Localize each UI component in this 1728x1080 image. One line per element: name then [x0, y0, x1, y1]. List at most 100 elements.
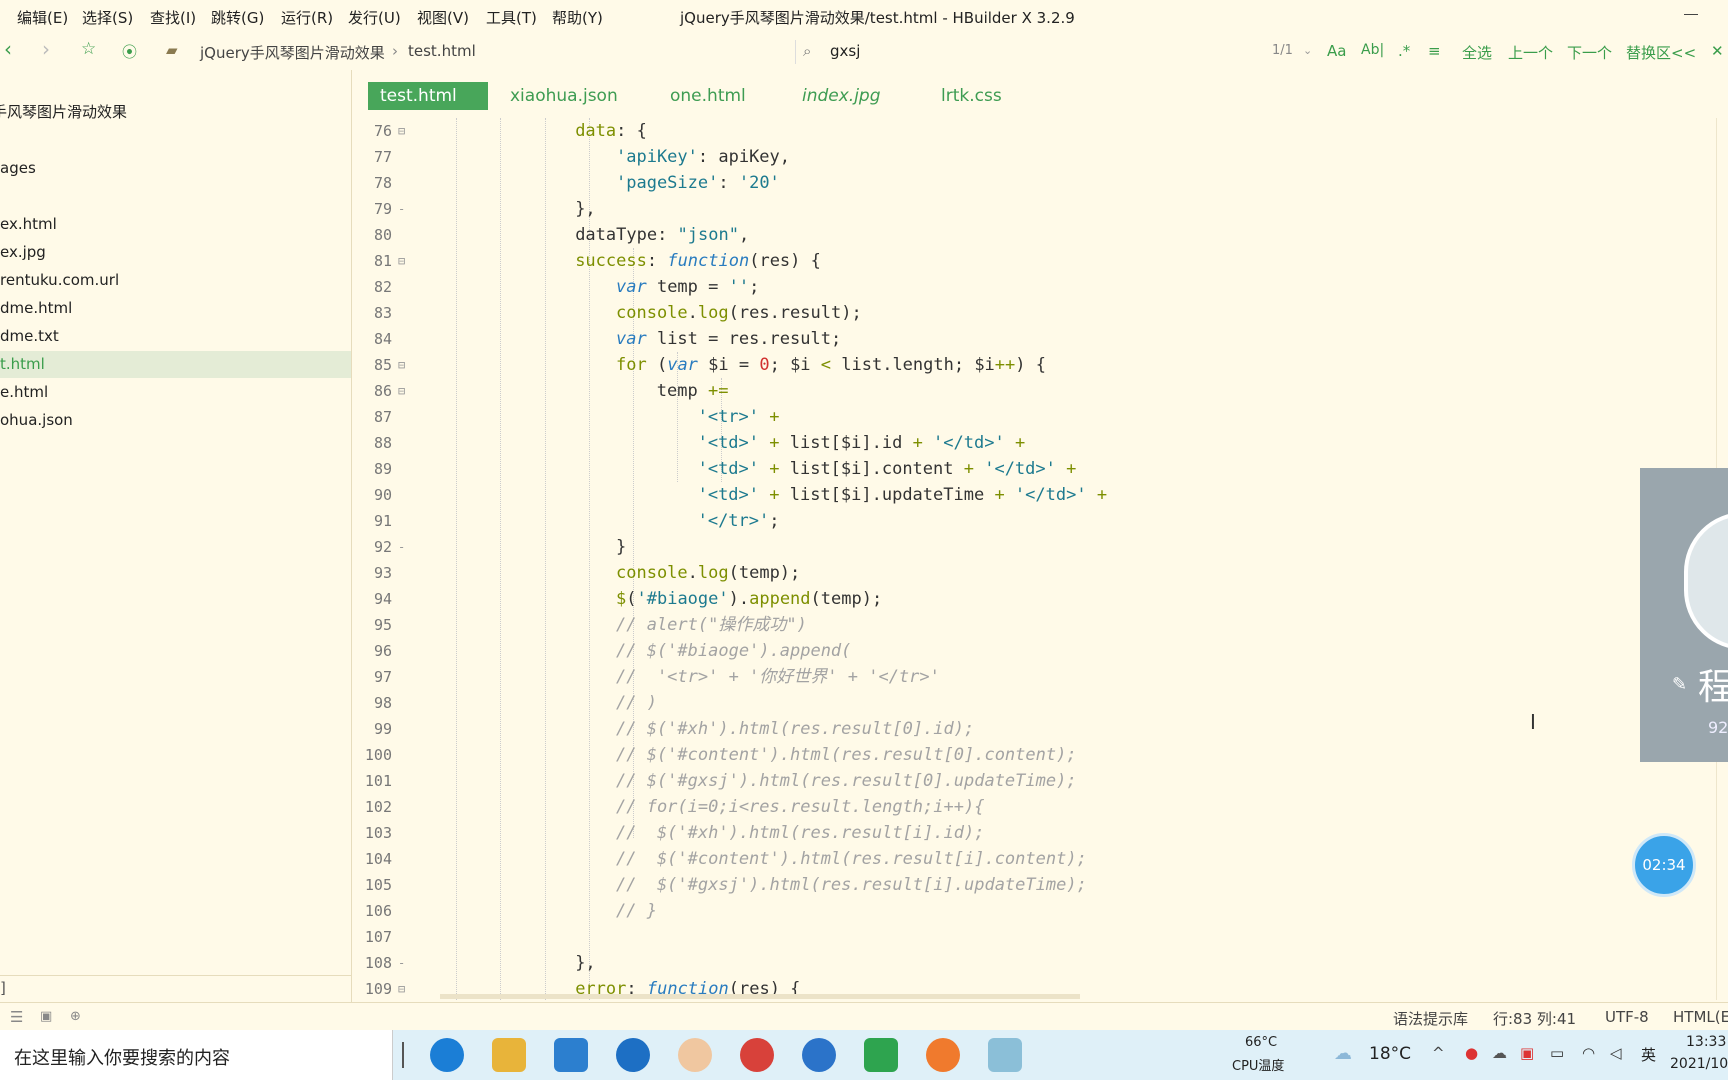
code-line[interactable]: // ): [616, 690, 657, 716]
recording-timer[interactable]: 02:34: [1632, 833, 1696, 897]
next-match-button[interactable]: 下一个: [1567, 42, 1612, 63]
clock-date[interactable]: 2021/10: [1670, 1056, 1728, 1072]
encoding[interactable]: UTF-8: [1605, 1008, 1649, 1026]
align-icon[interactable]: ≡: [1428, 42, 1441, 60]
code-line[interactable]: // }: [616, 898, 657, 924]
edge-icon[interactable]: [430, 1038, 464, 1072]
code-line[interactable]: '<td>' + list[$i].updateTime + '</td>' +: [698, 482, 1107, 508]
replace-toggle-button[interactable]: 替换区<<: [1626, 42, 1696, 63]
terminal-icon[interactable]: ▣: [40, 1009, 52, 1024]
code-line[interactable]: // $('#content').html(res.result[0].cont…: [616, 742, 1077, 768]
tree-item-readme-html[interactable]: dme.html: [0, 295, 351, 322]
code-line[interactable]: },: [575, 196, 595, 222]
outline-icon[interactable]: ☰: [10, 1008, 23, 1026]
code-line[interactable]: dataType: "json",: [575, 222, 749, 248]
ime-indicator[interactable]: 英: [1641, 1044, 1656, 1065]
code-line[interactable]: // '<tr>' + '你好世界' + '</tr>': [616, 664, 940, 690]
qq-avatar-icon[interactable]: [678, 1038, 712, 1072]
code-line[interactable]: $('#biaoge').append(temp);: [616, 586, 882, 612]
chevron-down-icon[interactable]: ⌄: [1303, 44, 1312, 57]
regex-toggle[interactable]: .*: [1398, 42, 1410, 60]
menu-edit[interactable]: 编辑(E): [17, 7, 68, 28]
taskbar-search[interactable]: 在这里输入你要搜索的内容: [0, 1030, 393, 1080]
tray-chevron-icon[interactable]: ^: [1432, 1044, 1445, 1062]
file-explorer-icon[interactable]: [492, 1038, 526, 1072]
prev-match-button[interactable]: 上一个: [1508, 42, 1553, 63]
code-line[interactable]: // $('#xh').html(res.result[0].id);: [616, 716, 974, 742]
fold-toggle-icon[interactable]: ⊟: [398, 118, 405, 144]
hbuilder-icon[interactable]: [864, 1038, 898, 1072]
tree-item-url[interactable]: rentuku.com.url: [0, 267, 351, 294]
menu-tools[interactable]: 工具(T): [486, 7, 537, 28]
tab-one-html[interactable]: one.html: [670, 82, 746, 110]
feishu-icon[interactable]: [802, 1038, 836, 1072]
tab-index-jpg[interactable]: index.jpg: [802, 82, 881, 110]
star-icon[interactable]: ☆: [81, 39, 96, 59]
globe-icon[interactable]: ⊕: [70, 1009, 81, 1024]
code-line[interactable]: for (var $i = 0; $i < list.length; $i++)…: [616, 352, 1046, 378]
tab-xiaohua-json[interactable]: xiaohua.json: [510, 82, 618, 110]
menu-select[interactable]: 选择(S): [82, 7, 133, 28]
volume-icon[interactable]: ◁: [1610, 1044, 1622, 1062]
fold-toggle-icon[interactable]: ⊟: [398, 248, 405, 274]
code-line[interactable]: // $('#gxsj').html(res.result[0].updateT…: [616, 768, 1077, 794]
match-case-toggle[interactable]: Aa: [1327, 42, 1346, 60]
menu-view[interactable]: 视图(V): [417, 7, 469, 28]
cursor-position[interactable]: 行:83 列:41: [1493, 1008, 1576, 1029]
menu-publish[interactable]: 发行(U): [348, 7, 401, 28]
notes-app-icon[interactable]: [988, 1038, 1022, 1072]
back-icon[interactable]: ‹: [4, 37, 12, 61]
qq-tray-icon[interactable]: ●: [1465, 1044, 1478, 1062]
code-line[interactable]: '<td>' + list[$i].id + '</td>' +: [698, 430, 1026, 456]
code-line[interactable]: var temp = '';: [616, 274, 759, 300]
horizontal-scrollbar[interactable]: [440, 994, 1080, 999]
floating-user-card[interactable]: ✎ 程 92: [1640, 468, 1728, 762]
k-app-icon[interactable]: [616, 1038, 650, 1072]
clock-time[interactable]: 13:33: [1686, 1034, 1726, 1050]
code-line[interactable]: data: {: [575, 118, 647, 144]
pen-app-icon[interactable]: [926, 1038, 960, 1072]
vscode-icon[interactable]: [554, 1038, 588, 1072]
task-view-icon[interactable]: [402, 1042, 404, 1068]
code-line[interactable]: // $('#xh').html(res.result[i].id);: [616, 820, 984, 846]
select-all-button[interactable]: 全选: [1462, 42, 1492, 63]
tree-item-xiaohua-json[interactable]: ohua.json: [0, 407, 351, 434]
tree-item-images[interactable]: ages: [0, 155, 351, 182]
language-mode[interactable]: HTML(E: [1673, 1008, 1728, 1026]
menu-find[interactable]: 查找(I): [150, 7, 196, 28]
cloud-tray-icon[interactable]: ☁: [1492, 1044, 1507, 1062]
code-line[interactable]: temp +=: [657, 378, 729, 404]
code-line[interactable]: '<tr>' +: [698, 404, 780, 430]
code-line[interactable]: // alert("操作成功"): [616, 612, 807, 638]
code-line[interactable]: console.log(res.result);: [616, 300, 862, 326]
wifi-icon[interactable]: ◠: [1582, 1044, 1595, 1062]
tree-item-readme-txt[interactable]: dme.txt: [0, 323, 351, 350]
close-find-icon[interactable]: ✕: [1711, 42, 1724, 60]
fold-toggle-icon[interactable]: ⊟: [398, 378, 405, 404]
battery-icon[interactable]: ▭: [1550, 1044, 1564, 1062]
minimize-button[interactable]: [1684, 14, 1698, 15]
code-line[interactable]: '</tr>';: [698, 508, 780, 534]
code-editor[interactable]: data: {'apiKey': apiKey,'pageSize': '20'…: [412, 118, 1712, 1000]
weather-temp[interactable]: 18°C: [1369, 1044, 1411, 1064]
find-input[interactable]: gxsj: [830, 42, 860, 60]
code-line[interactable]: 'apiKey': apiKey,: [616, 144, 790, 170]
pencil-icon[interactable]: ✎: [1672, 674, 1687, 695]
breadcrumb-file[interactable]: test.html: [408, 42, 476, 60]
code-line[interactable]: var list = res.result;: [616, 326, 841, 352]
code-line[interactable]: '<td>' + list[$i].content + '</td>' +: [698, 456, 1077, 482]
breadcrumb-project[interactable]: jQuery手风琴图片滑动效果: [200, 42, 385, 63]
tree-item-index-html[interactable]: ex.html: [0, 211, 351, 238]
chrome-icon[interactable]: [740, 1038, 774, 1072]
app-tray-icon[interactable]: ▣: [1520, 1044, 1534, 1062]
tree-item-index-jpg[interactable]: ex.jpg: [0, 239, 351, 266]
code-line[interactable]: 'pageSize': '20': [616, 170, 780, 196]
tree-item-test-html[interactable]: t.html: [0, 351, 351, 378]
fold-toggle-icon[interactable]: ⊟: [398, 976, 405, 1002]
menu-help[interactable]: 帮助(Y): [552, 7, 603, 28]
tab-test-html[interactable]: test.html: [368, 82, 488, 110]
menu-goto[interactable]: 跳转(G): [211, 7, 264, 28]
run-icon[interactable]: ⦿: [122, 41, 137, 62]
tree-item-one-html[interactable]: e.html: [0, 379, 351, 406]
forward-icon[interactable]: ›: [42, 37, 50, 61]
